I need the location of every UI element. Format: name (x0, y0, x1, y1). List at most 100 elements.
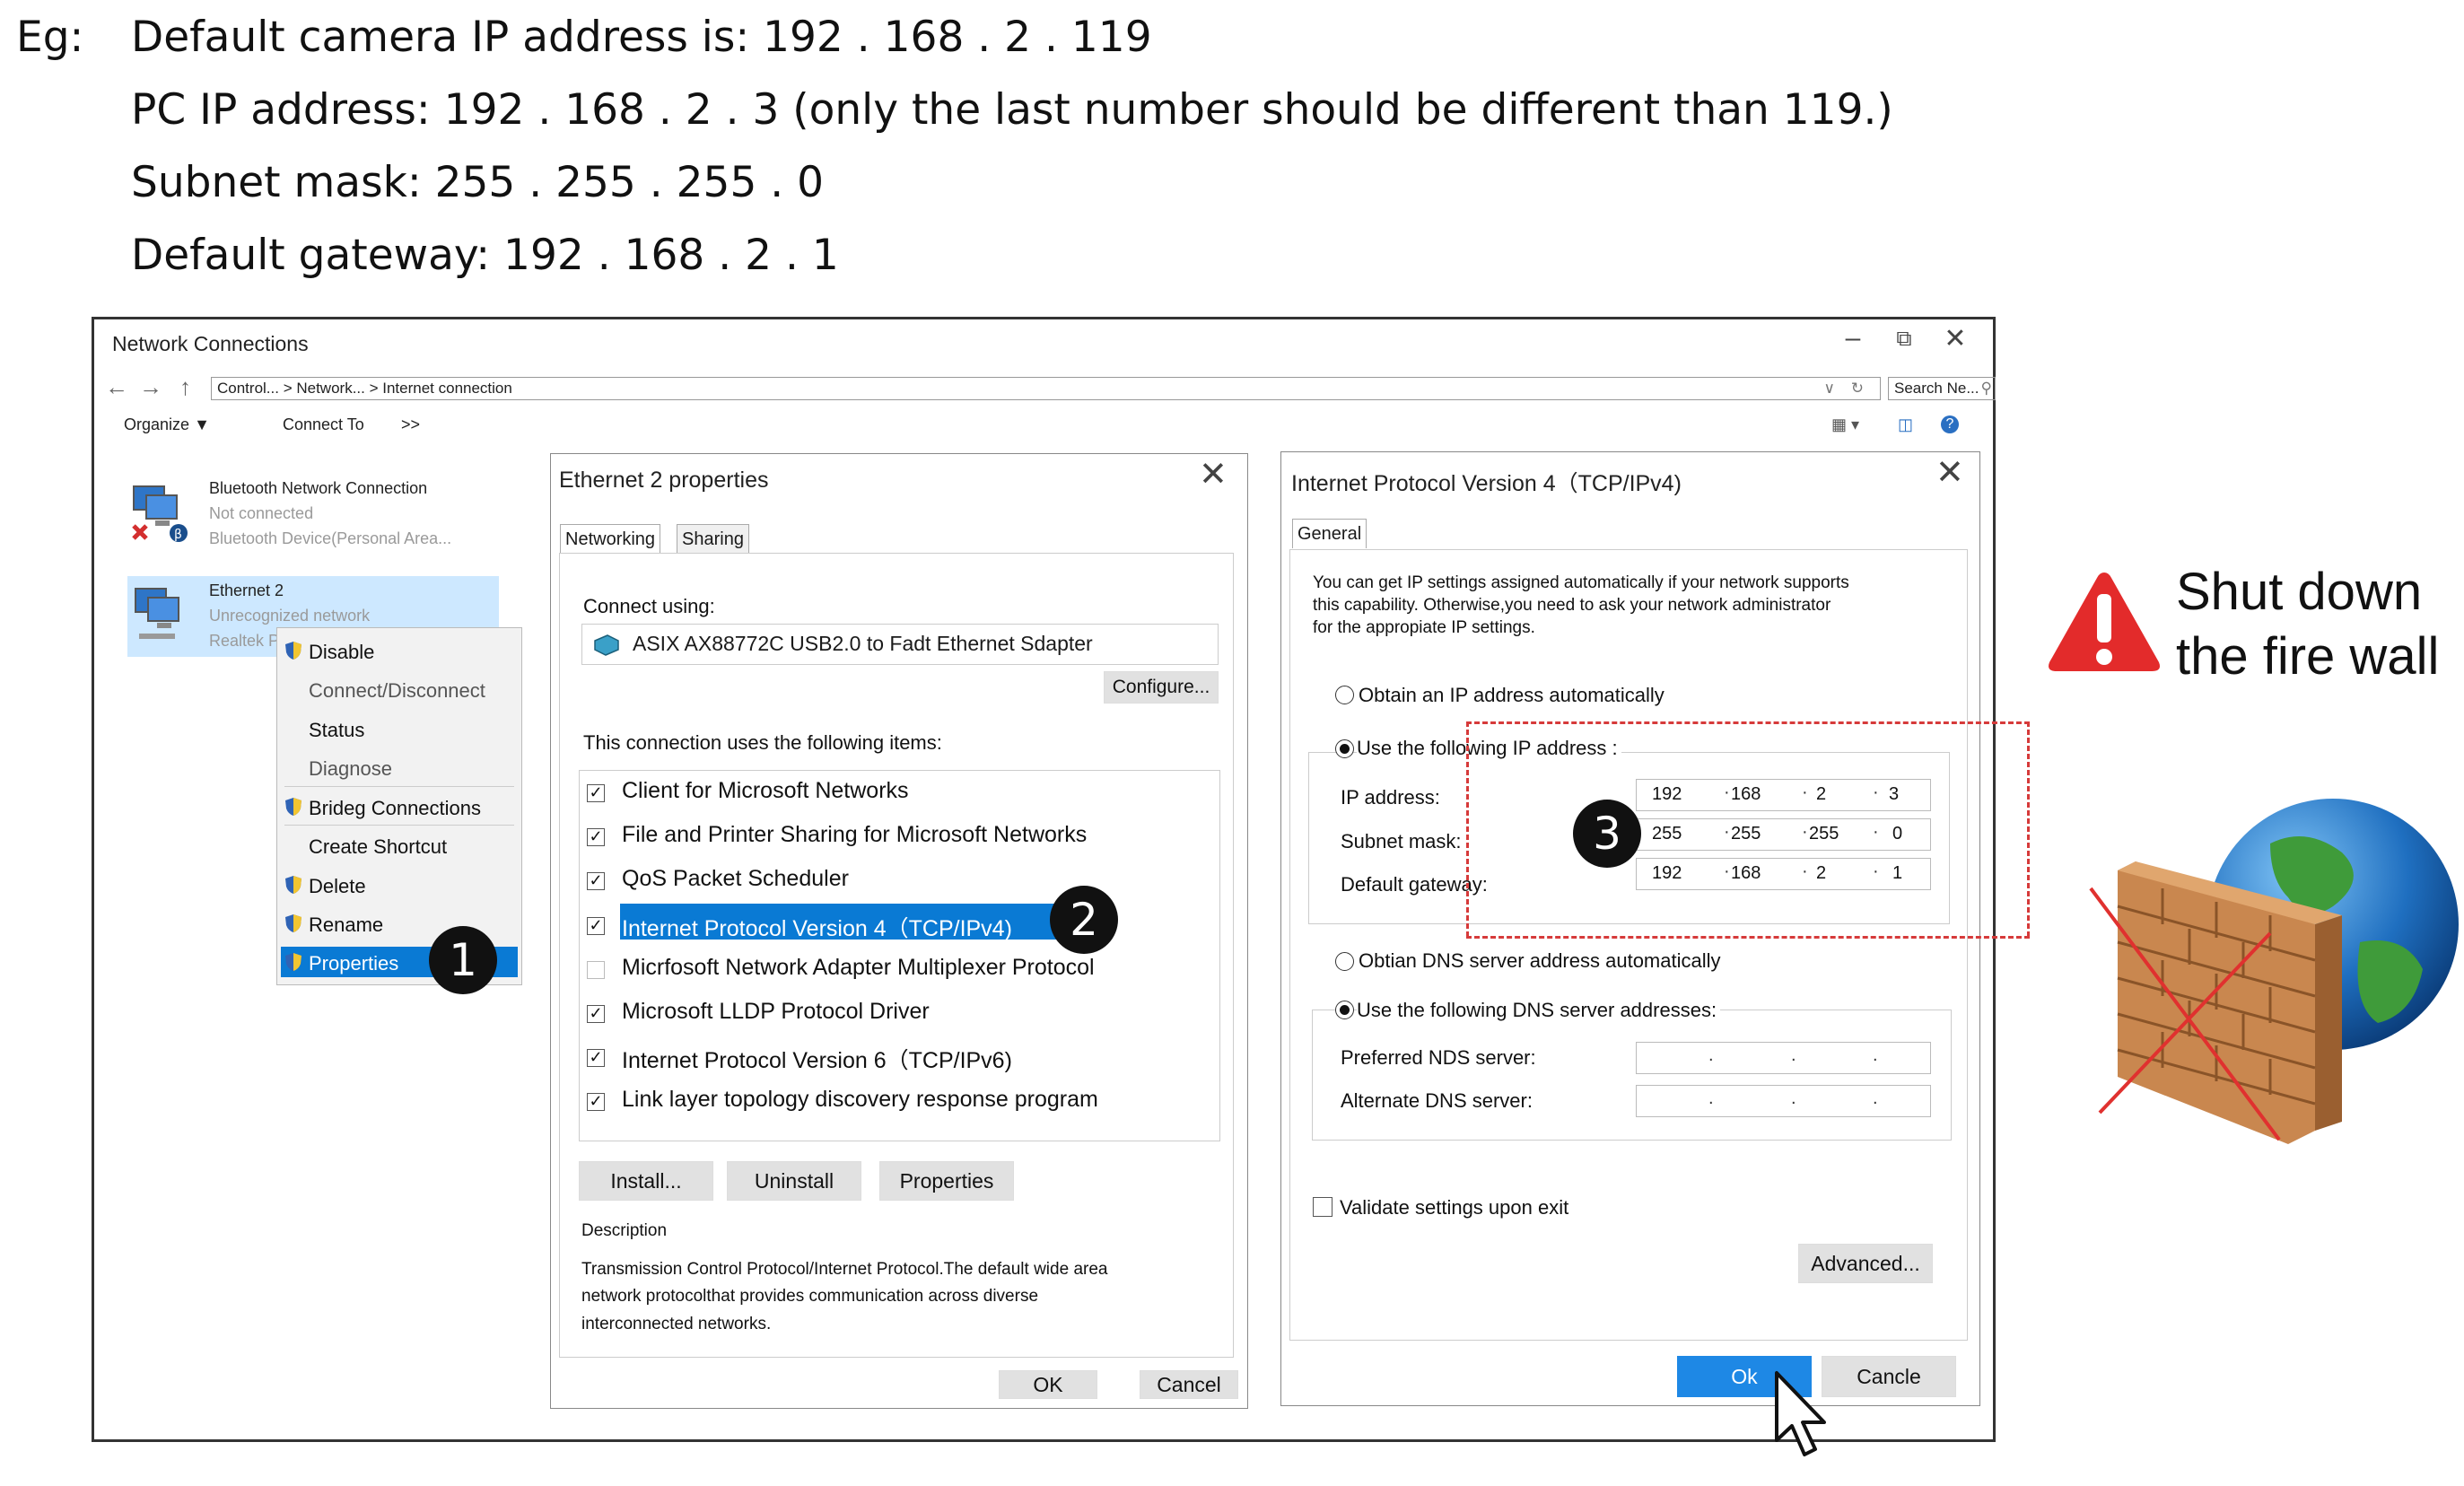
tab-networking[interactable]: Networking (560, 524, 661, 554)
list-item[interactable]: Link layer topology discovery response p… (622, 1087, 1098, 1113)
alternate-dns-label: Alternate DNS server: (1341, 1089, 1533, 1112)
bluetooth-connection-name[interactable]: Bluetooth Network Connection (209, 479, 427, 498)
obtain-ip-auto-radio[interactable] (1335, 686, 1354, 704)
dot-separator: . (1873, 1088, 1878, 1108)
subnet-mask-label: Subnet mask: (1341, 830, 1462, 852)
list-item[interactable]: Micrfosoft Network Adapter Multiplexer P… (622, 955, 1095, 981)
address-bar[interactable]: Control... > Network... > Internet conne… (211, 377, 1881, 400)
tab-sharing[interactable]: Sharing (677, 524, 749, 554)
advanced-button[interactable]: Advanced... (1798, 1244, 1933, 1283)
eth-dialog-close-icon[interactable]: ✕ (1199, 454, 1228, 494)
ipv4-cancel-button[interactable]: Cancle (1822, 1356, 1956, 1397)
tab-general[interactable]: General (1292, 519, 1367, 548)
description-line-2: network protocolthat provides communicat… (581, 1287, 1039, 1306)
firewall-note-line-2: the fire wall (2176, 627, 2440, 686)
item-checkbox[interactable]: ✓ (587, 1049, 605, 1068)
window-title: Network Connections (112, 332, 309, 355)
context-menu-item-rename[interactable]: Rename (309, 913, 383, 937)
list-item[interactable]: Internet Protocol Version 4（TCP/IPv4) (622, 911, 1012, 943)
svg-text:β: β (174, 528, 182, 542)
list-item[interactable]: File and Printer Sharing for Microsoft N… (622, 822, 1087, 848)
validate-checkbox[interactable] (1313, 1197, 1332, 1217)
install-button[interactable]: Install... (579, 1161, 713, 1201)
dot-separator: · (1724, 822, 1730, 842)
view-options-icon[interactable]: ▦ ▾ (1831, 415, 1859, 434)
uac-shield-icon (285, 798, 301, 816)
preferred-dns-field[interactable]: ... (1636, 1042, 1931, 1074)
dot-separator: . (1791, 1088, 1796, 1108)
context-menu-item-brideg-connections[interactable]: Brideg Connections (309, 797, 481, 820)
item-checkbox[interactable]: ✓ (587, 1093, 605, 1112)
subnet-mask-field[interactable]: 255 · 255 · 255 · 0 (1636, 818, 1931, 851)
organize-menu[interactable]: Organize ▼ (124, 415, 210, 434)
connect-using-label: Connect using: (583, 595, 715, 617)
general-panel (1289, 549, 1968, 1341)
item-checkbox[interactable]: ✓ (587, 1005, 605, 1023)
dot-separator: · (1873, 782, 1879, 802)
item-checkbox[interactable]: ✓ (587, 784, 605, 802)
dot-separator: · (1802, 861, 1808, 881)
intro-line-3: Subnet mask: 255 . 255 . 255 . 0 (131, 158, 825, 207)
eth-ok-button[interactable]: OK (999, 1370, 1097, 1399)
list-item[interactable]: Internet Protocol Version 6（TCP/IPv6) (622, 1043, 1012, 1075)
adapter-field: ASIX AX88772C USB2.0 to Fadt Ethernet Sd… (581, 624, 1219, 665)
dot-separator: · (1802, 782, 1808, 802)
dot-separator: . (1873, 1045, 1878, 1065)
item-checkbox[interactable]: ✓ (587, 916, 605, 935)
uac-shield-icon (285, 642, 301, 660)
dns-manual-radio[interactable] (1335, 1001, 1354, 1019)
properties-button[interactable]: Properties (879, 1161, 1014, 1201)
list-item[interactable]: Client for Microsoft Networks (622, 778, 909, 804)
item-checkbox[interactable] (587, 960, 605, 979)
ip-address-field[interactable]: 192 · 168 · 2 · 3 (1636, 779, 1931, 811)
description-line-3: interconnected networks. (581, 1315, 772, 1333)
context-menu-item-disable[interactable]: Disable (309, 641, 374, 664)
context-menu-item-diagnose[interactable]: Diagnose (309, 757, 392, 781)
context-menu-item-connect-disconnect[interactable]: Connect/Disconnect (309, 679, 485, 703)
subnet-octet-1: 255 (1652, 824, 1682, 844)
list-item[interactable]: Microsoft LLDP Protocol Driver (622, 999, 930, 1025)
warning-icon (2049, 573, 2160, 671)
list-item[interactable]: QoS Packet Scheduler (622, 866, 849, 892)
restore-icon[interactable]: ⧉ (1886, 327, 1922, 352)
up-arrow-icon[interactable]: ↑ (179, 373, 191, 401)
more-commands-button[interactable]: >> (401, 415, 420, 434)
context-menu-item-status[interactable]: Status (309, 719, 364, 742)
dot-separator: · (1724, 782, 1730, 802)
minimize-icon[interactable]: – (1835, 323, 1871, 354)
help-icon[interactable]: ? (1941, 415, 1959, 433)
preview-pane-icon[interactable]: ◫ (1898, 415, 1913, 434)
use-following-ip-radio[interactable] (1335, 739, 1354, 758)
organize-label: Organize (124, 415, 190, 433)
search-box[interactable]: Search Ne... ⚲ (1888, 377, 1996, 400)
chevron-down-icon[interactable]: ∨ (1824, 378, 1835, 399)
step-badge-1: 1 (429, 926, 497, 994)
refresh-icon[interactable]: ↻ (1851, 378, 1864, 399)
forward-arrow-icon[interactable]: → (139, 373, 162, 401)
eth-cancel-button[interactable]: Cancel (1140, 1370, 1238, 1399)
alternate-dns-field[interactable]: ... (1636, 1085, 1931, 1117)
item-checkbox[interactable]: ✓ (587, 872, 605, 891)
connect-to-button[interactable]: Connect To (283, 415, 364, 434)
dot-separator: · (1873, 822, 1879, 842)
uninstall-button[interactable]: Uninstall (727, 1161, 861, 1201)
context-menu-item-create-shortcut[interactable]: Create Shortcut (309, 835, 447, 859)
search-icon: ⚲ (1980, 380, 1992, 397)
subnet-octet-2: 255 (1731, 824, 1761, 844)
ethernet-2-device: Realtek P (209, 632, 280, 650)
step-badge-2: 2 (1050, 886, 1118, 954)
item-checkbox[interactable]: ✓ (587, 828, 605, 847)
dns-auto-radio[interactable] (1335, 952, 1354, 971)
back-arrow-icon[interactable]: ← (105, 373, 128, 401)
ipv4-dialog-close-icon[interactable]: ✕ (1935, 452, 1964, 493)
default-gateway-field[interactable]: 192 · 168 · 2 · 1 (1636, 858, 1931, 890)
close-icon[interactable]: ✕ (1937, 323, 1973, 354)
dns-manual-label: Use the following DNS server addresses: (1357, 999, 1721, 1022)
firewall-note-line-1: Shut down (2176, 563, 2423, 621)
context-menu-item-delete[interactable]: Delete (309, 875, 366, 898)
context-menu-item-properties[interactable]: Properties (309, 952, 398, 975)
gateway-octet-4: 1 (1892, 863, 1903, 883)
uac-shield-icon (285, 876, 301, 894)
address-bar-path: Control... > Network... > Internet conne… (217, 380, 512, 397)
configure-button[interactable]: Configure... (1104, 671, 1219, 704)
